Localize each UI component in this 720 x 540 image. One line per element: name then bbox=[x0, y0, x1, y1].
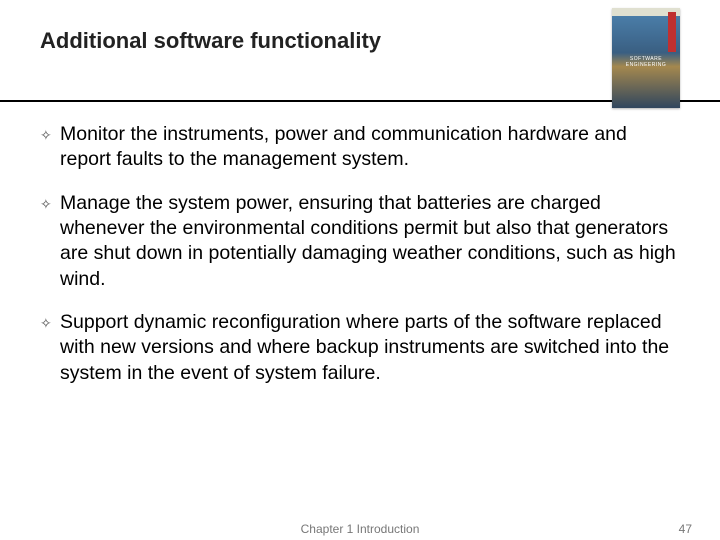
list-item: ✧ Support dynamic reconfiguration where … bbox=[40, 310, 680, 386]
diamond-icon: ✧ bbox=[40, 122, 60, 173]
book-cover-image: SOFTWARE ENGINEERING bbox=[612, 8, 680, 108]
list-item: ✧ Manage the system power, ensuring that… bbox=[40, 191, 680, 292]
list-item: ✧ Monitor the instruments, power and com… bbox=[40, 122, 680, 173]
book-cover-label: SOFTWARE ENGINEERING bbox=[612, 56, 680, 68]
bullet-text: Support dynamic reconfiguration where pa… bbox=[60, 310, 680, 386]
page-number: 47 bbox=[679, 522, 692, 536]
content-area: ✧ Monitor the instruments, power and com… bbox=[0, 102, 720, 386]
diamond-icon: ✧ bbox=[40, 310, 60, 386]
bullet-text: Monitor the instruments, power and commu… bbox=[60, 122, 680, 173]
page-title: Additional software functionality bbox=[40, 28, 680, 54]
header: Additional software functionality SOFTWA… bbox=[0, 0, 720, 102]
bullet-text: Manage the system power, ensuring that b… bbox=[60, 191, 680, 292]
slide: Additional software functionality SOFTWA… bbox=[0, 0, 720, 540]
footer-chapter: Chapter 1 Introduction bbox=[0, 522, 720, 536]
diamond-icon: ✧ bbox=[40, 191, 60, 292]
